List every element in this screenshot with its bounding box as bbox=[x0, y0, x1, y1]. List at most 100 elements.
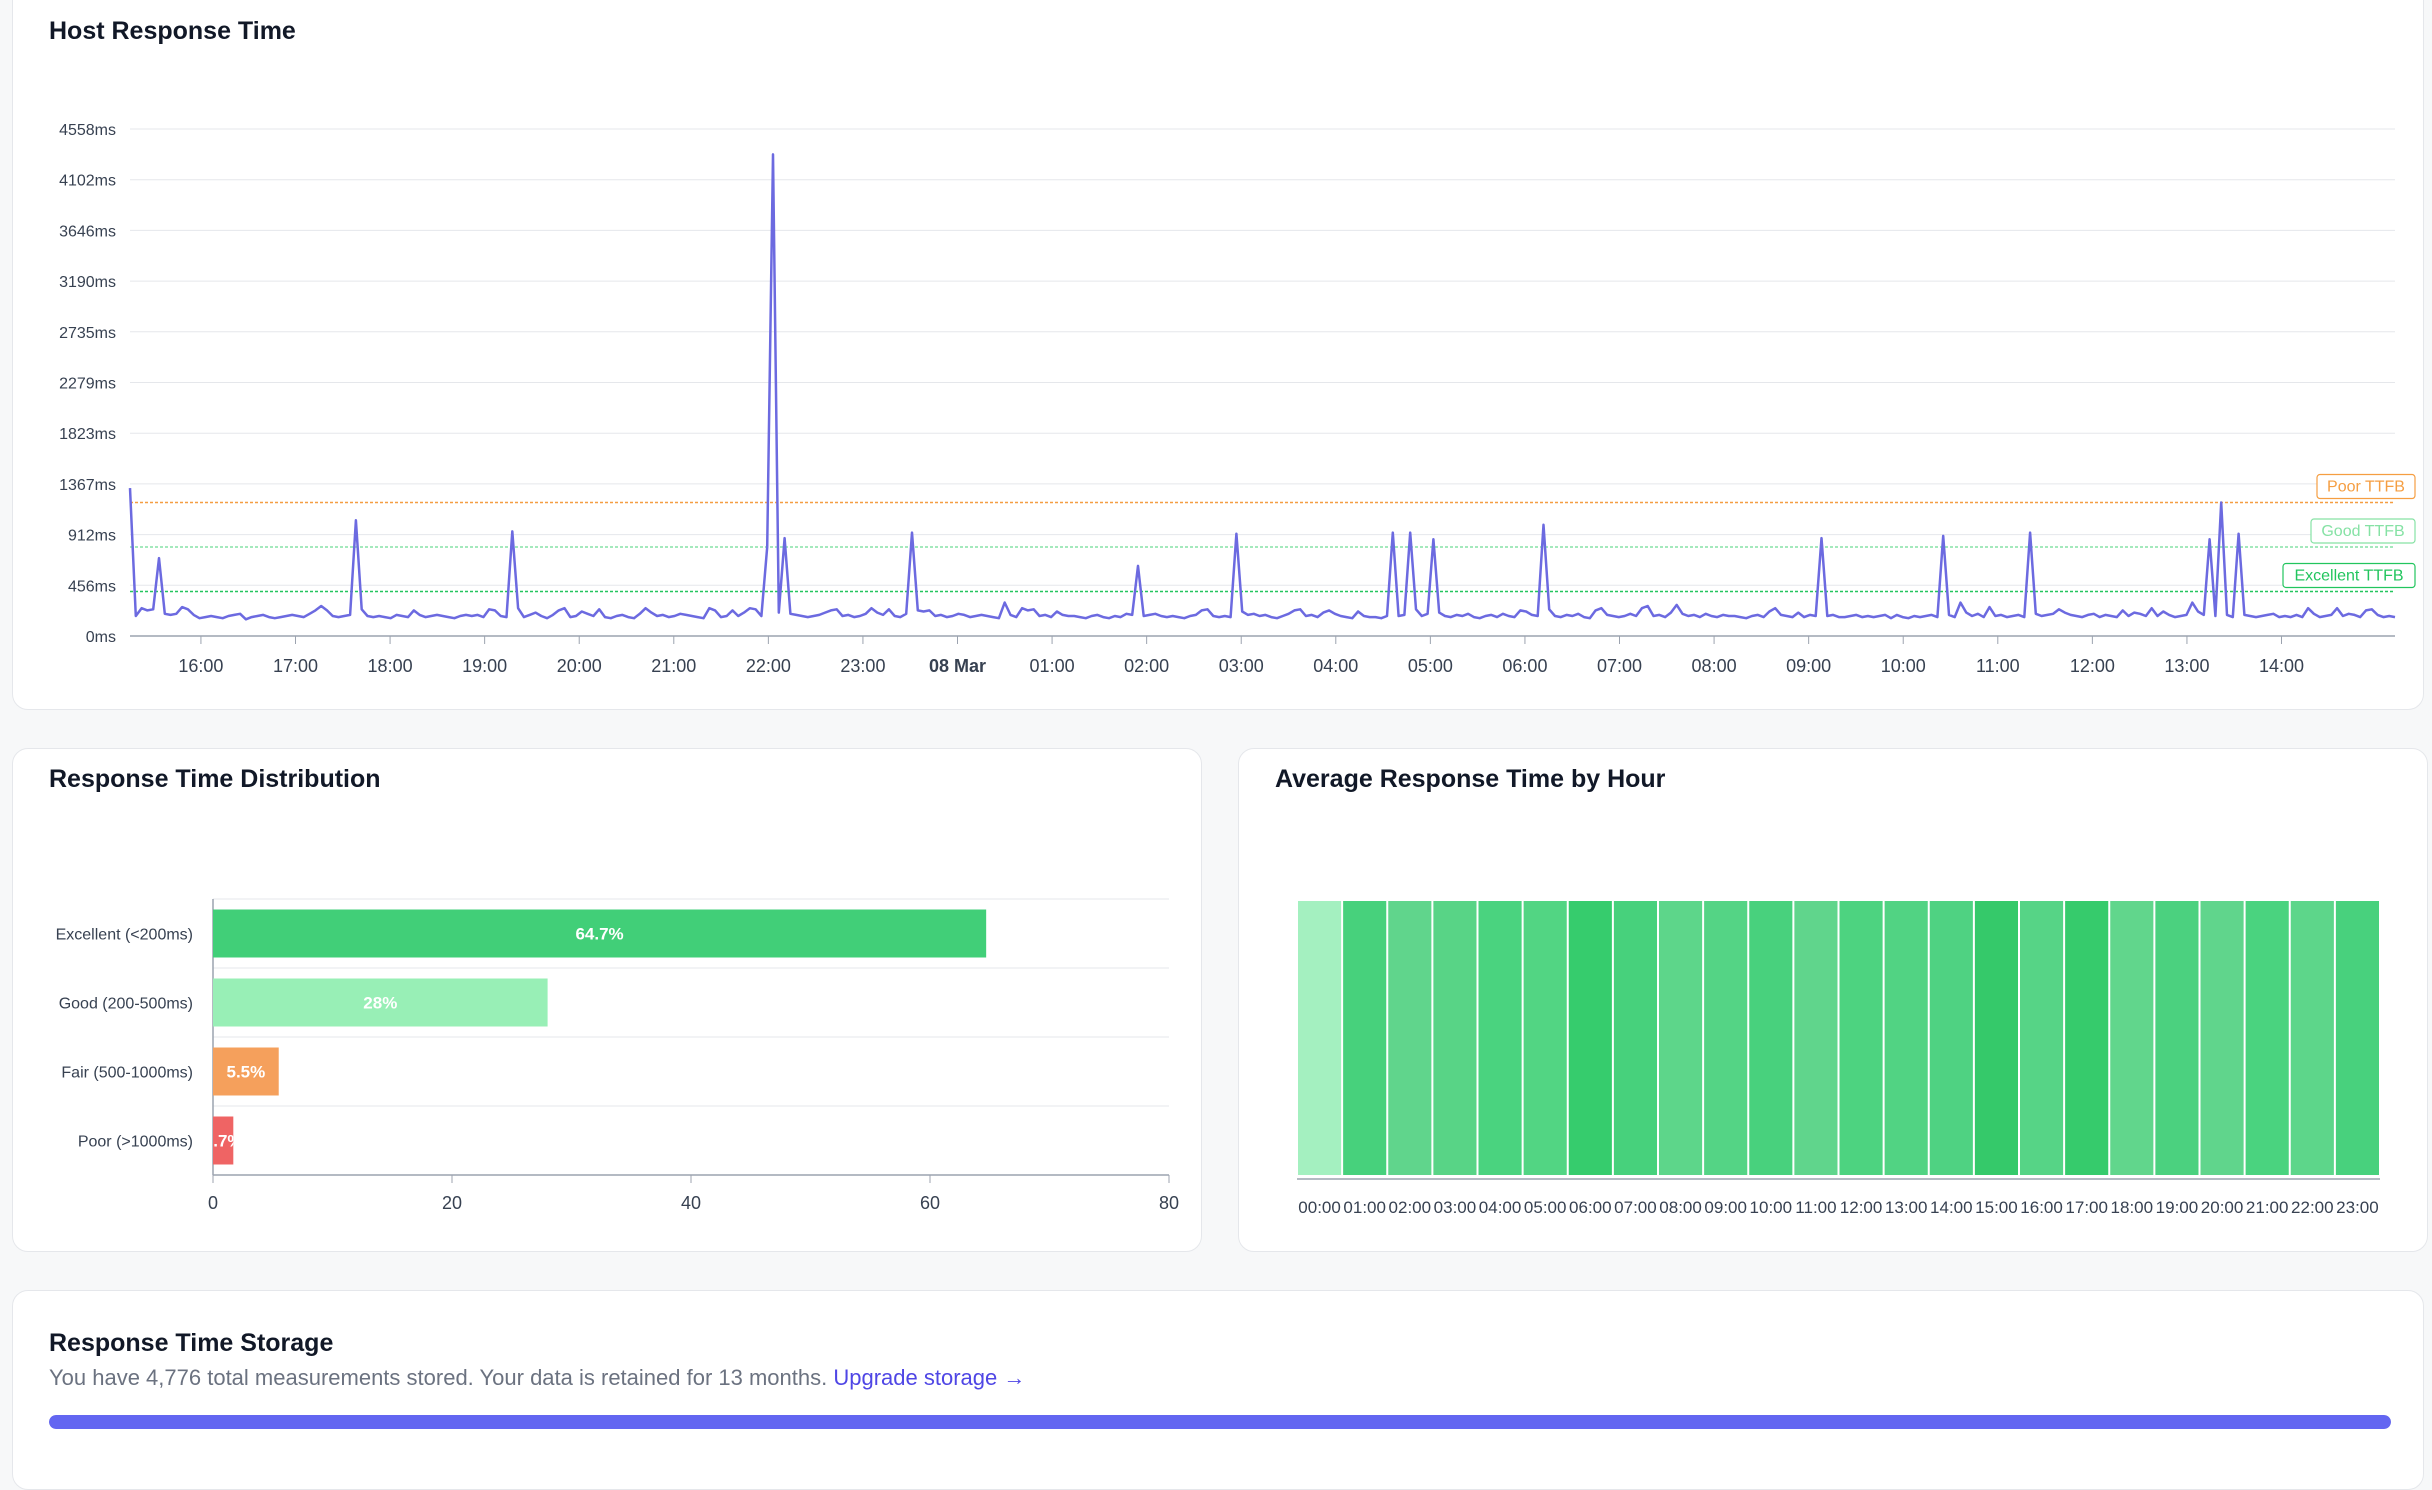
hour-cell bbox=[1343, 901, 1387, 1175]
hour-cell bbox=[1659, 901, 1703, 1175]
x-tick-label: 14:00 bbox=[2259, 656, 2304, 676]
hour-label: 11:00 bbox=[1795, 1198, 1836, 1217]
x-tick-label: 11:00 bbox=[1976, 656, 2020, 676]
hour-cell bbox=[2020, 901, 2064, 1175]
bar-value-label: 28% bbox=[363, 994, 397, 1013]
hour-label: 05:00 bbox=[1524, 1198, 1567, 1217]
x-tick-label: 60 bbox=[920, 1193, 940, 1213]
hour-cell bbox=[2155, 901, 2199, 1175]
hour-label: 00:00 bbox=[1298, 1198, 1341, 1217]
hour-cell bbox=[1794, 901, 1838, 1175]
x-tick-label: 09:00 bbox=[1786, 656, 1831, 676]
hour-cell bbox=[1884, 901, 1928, 1175]
hour-label: 08:00 bbox=[1659, 1198, 1702, 1217]
hour-label: 01:00 bbox=[1343, 1198, 1386, 1217]
bar-category-label: Poor (>1000ms) bbox=[78, 1134, 193, 1151]
storage-description: You have 4,776 total measurements stored… bbox=[49, 1365, 1025, 1391]
x-tick-label: 22:00 bbox=[746, 656, 791, 676]
x-tick-label: 18:00 bbox=[368, 656, 413, 676]
x-tick-label: 02:00 bbox=[1124, 656, 1169, 676]
hour-label: 22:00 bbox=[2291, 1198, 2334, 1217]
hour-label: 20:00 bbox=[2201, 1198, 2244, 1217]
x-tick-label: 23:00 bbox=[840, 656, 885, 676]
hour-cell bbox=[1478, 901, 1522, 1175]
hour-label: 14:00 bbox=[1930, 1198, 1973, 1217]
x-tick-label: 0 bbox=[208, 1193, 218, 1213]
hour-cell bbox=[2290, 901, 2334, 1175]
y-tick-label: 4102ms bbox=[59, 173, 116, 190]
x-tick-label: 16:00 bbox=[178, 656, 223, 676]
hour-label: 10:00 bbox=[1750, 1198, 1793, 1217]
distribution-bar-chart: Excellent (<200ms) 64.7% Good (200-500ms) 2… bbox=[56, 898, 1179, 1213]
x-tick-label: 20 bbox=[442, 1193, 462, 1213]
storage-progress-fill bbox=[49, 1415, 2391, 1429]
hour-label: 07:00 bbox=[1614, 1198, 1657, 1217]
bar-category-label: Fair (500-1000ms) bbox=[61, 1065, 193, 1082]
distribution-card: Response Time Distribution Excellent (<2… bbox=[12, 748, 1202, 1252]
host-response-line-chart: 0ms 456ms 912ms 1367ms 1823ms 2279ms 2735ms 319… bbox=[59, 122, 2416, 676]
y-tick-label: 456ms bbox=[68, 578, 116, 595]
hour-cell bbox=[1298, 901, 1342, 1175]
threshold-label: Good TTFB bbox=[2321, 523, 2404, 540]
hour-label: 09:00 bbox=[1704, 1198, 1747, 1217]
hour-label: 17:00 bbox=[2065, 1198, 2108, 1217]
hour-label: 04:00 bbox=[1479, 1198, 1522, 1217]
x-tick-label: 19:00 bbox=[462, 656, 507, 676]
upgrade-storage-link[interactable]: Upgrade storage → bbox=[833, 1365, 1025, 1390]
hour-cell bbox=[2200, 901, 2244, 1175]
hour-label: 12:00 bbox=[1840, 1198, 1883, 1217]
hour-cell bbox=[2245, 901, 2289, 1175]
response-time-series-line bbox=[128, 153, 2396, 621]
y-tick-label: 1367ms bbox=[59, 477, 116, 494]
y-tick-label: 0ms bbox=[86, 629, 116, 646]
hour-label: 21:00 bbox=[2246, 1198, 2289, 1217]
x-tick-label: 08:00 bbox=[1692, 656, 1737, 676]
host-response-card: Host Response Time 0ms 456ms 912ms 1367ms 18… bbox=[12, 0, 2424, 710]
hour-cell bbox=[2065, 901, 2109, 1175]
bar-value-label: 64.7% bbox=[575, 925, 623, 944]
storage-card: Response Time Storage You have 4,776 tot… bbox=[12, 1290, 2424, 1490]
hour-label: 18:00 bbox=[2111, 1198, 2154, 1217]
threshold-label: Excellent TTFB bbox=[2294, 568, 2403, 585]
x-tick-label: 07:00 bbox=[1597, 656, 1642, 676]
hour-label: 15:00 bbox=[1975, 1198, 2018, 1217]
hour-cell bbox=[1433, 901, 1477, 1175]
hour-cell bbox=[1974, 901, 2018, 1175]
y-tick-label: 3646ms bbox=[59, 223, 116, 240]
storage-progress-bar bbox=[49, 1415, 2391, 1429]
x-tick-label: 10:00 bbox=[1881, 656, 1926, 676]
x-tick-label: 12:00 bbox=[2070, 656, 2115, 676]
x-tick-label: 05:00 bbox=[1408, 656, 1453, 676]
storage-title: Response Time Storage bbox=[49, 1329, 334, 1357]
y-tick-label: 4558ms bbox=[59, 122, 116, 139]
y-tick-label: 2735ms bbox=[59, 325, 116, 342]
hour-label: 23:00 bbox=[2336, 1198, 2379, 1217]
hour-cell bbox=[1613, 901, 1657, 1175]
x-tick-label: 04:00 bbox=[1313, 656, 1358, 676]
hour-cell bbox=[1704, 901, 1748, 1175]
x-tick-label: 40 bbox=[681, 1193, 701, 1213]
hour-label: 06:00 bbox=[1569, 1198, 1612, 1217]
hour-label: 02:00 bbox=[1389, 1198, 1432, 1217]
y-tick-label: 912ms bbox=[68, 528, 116, 545]
bar-category-label: Good (200-500ms) bbox=[59, 996, 193, 1013]
x-tick-label: 80 bbox=[1159, 1193, 1179, 1213]
hourly-heatmap-chart: 00:00 01:00 02:00 03:00 04:00 05:00 06:00 07:00… bbox=[1297, 901, 2380, 1217]
hour-label: 16:00 bbox=[2020, 1198, 2063, 1217]
x-tick-label: 01:00 bbox=[1030, 656, 1075, 676]
bar-value-label: 5.5% bbox=[226, 1063, 265, 1082]
hour-label: 19:00 bbox=[2156, 1198, 2199, 1217]
threshold-label: Poor TTFB bbox=[2327, 479, 2405, 496]
hour-cell bbox=[2335, 901, 2379, 1175]
hour-cell bbox=[1839, 901, 1883, 1175]
x-tick-label: 03:00 bbox=[1219, 656, 1264, 676]
x-tick-label: 13:00 bbox=[2164, 656, 2209, 676]
x-tick-label: 21:00 bbox=[651, 656, 696, 676]
hour-cell bbox=[1388, 901, 1432, 1175]
x-tick-label: 20:00 bbox=[557, 656, 602, 676]
y-tick-label: 2279ms bbox=[59, 376, 116, 393]
hour-label: 03:00 bbox=[1434, 1198, 1477, 1217]
x-tick-label: 08 Mar bbox=[929, 656, 986, 676]
hour-cell bbox=[2110, 901, 2154, 1175]
hour-cell bbox=[1523, 901, 1567, 1175]
